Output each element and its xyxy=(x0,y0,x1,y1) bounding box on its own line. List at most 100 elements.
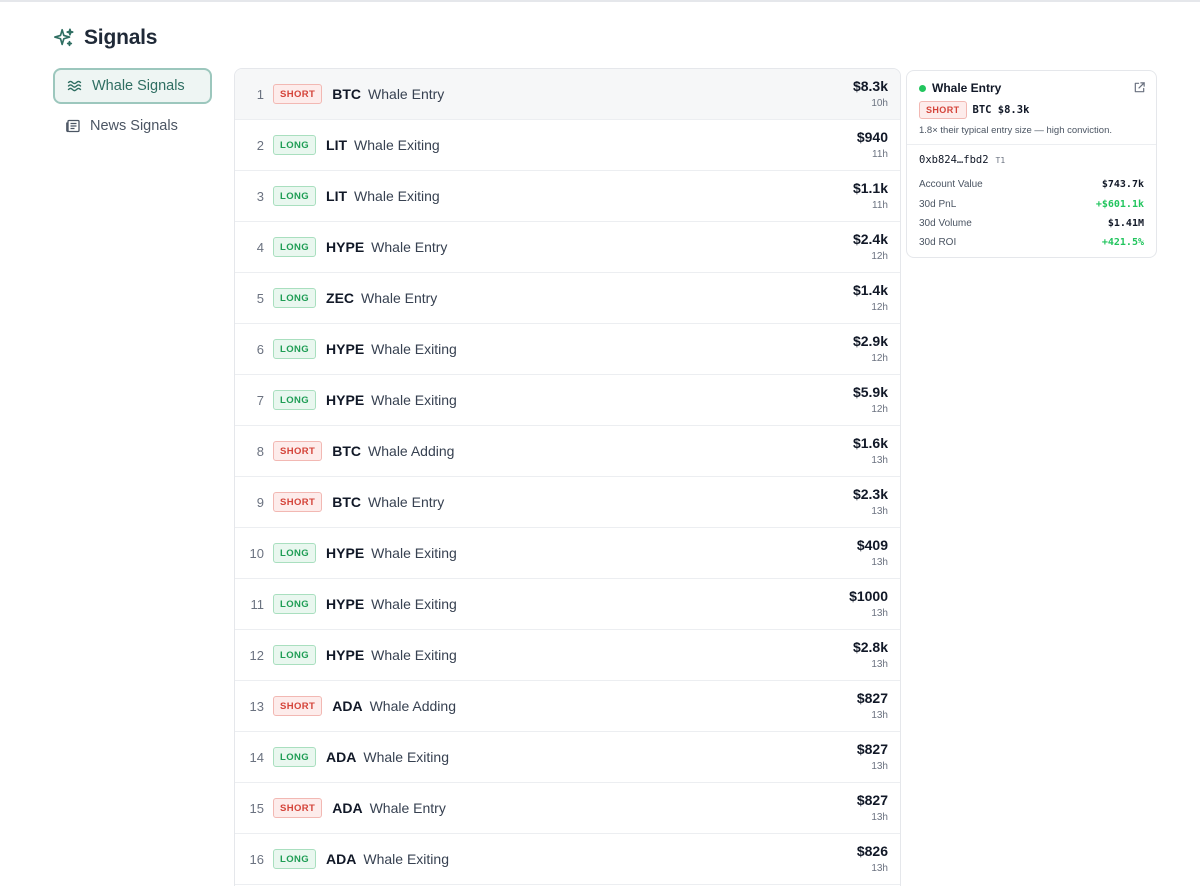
stat-value: +421.5% xyxy=(1101,237,1144,249)
signal-age: 13h xyxy=(871,710,888,721)
detail-position: SHORT BTC $8.3k xyxy=(919,101,1029,119)
signal-age: 13h xyxy=(871,557,888,568)
signal-rank: 7 xyxy=(256,392,264,408)
signal-event: Whale Exiting xyxy=(371,392,457,408)
signal-row[interactable]: 1 SHORT BTC Whale Entry $8.3k 10h xyxy=(235,69,900,120)
signal-age: 13h xyxy=(871,761,888,772)
signal-symbol: ADA xyxy=(326,749,357,765)
signal-symbol: BTC xyxy=(332,86,362,102)
stat-value: $743.7k xyxy=(1101,179,1144,191)
signal-amount: $2.8k xyxy=(852,639,888,655)
signal-detail-card: Whale Entry SHORT BTC $8.3k 1.8× their t… xyxy=(906,70,1157,258)
signal-symbol: HYPE xyxy=(326,392,365,408)
signal-amount-block: $2.4k 12h xyxy=(853,231,888,263)
signal-symbol: ZEC xyxy=(326,290,355,306)
signal-row[interactable]: 12 LONG HYPE Whale Exiting $2.8k 13h xyxy=(235,630,900,681)
signal-rank: 15 xyxy=(249,800,264,816)
detail-title: Whale Entry xyxy=(932,81,1002,95)
signal-event: Whale Entry xyxy=(371,239,448,255)
signal-event: Whale Exiting xyxy=(371,341,457,357)
side-badge: LONG xyxy=(273,747,317,767)
signal-amount-block: $2.3k 13h xyxy=(853,486,888,518)
signal-age: 13h xyxy=(871,659,888,670)
signal-amount: $827 xyxy=(856,792,888,808)
signal-row[interactable]: 11 LONG HYPE Whale Exiting $1000 13h xyxy=(235,579,900,630)
stat-label: 30d ROI xyxy=(919,237,957,249)
sidebar-item-label: Whale Signals xyxy=(92,78,185,94)
signal-row[interactable]: 2 LONG LIT Whale Exiting $940 11h xyxy=(235,120,900,171)
signal-row[interactable]: 16 LONG ADA Whale Exiting $826 13h xyxy=(235,834,900,885)
signal-amount-block: $1000 13h xyxy=(849,588,888,620)
detail-position-text: BTC $8.3k xyxy=(972,104,1030,116)
signal-symbol: HYPE xyxy=(326,239,365,255)
signal-row[interactable]: 7 LONG HYPE Whale Exiting $5.9k 12h xyxy=(235,375,900,426)
side-badge: LONG xyxy=(273,237,317,257)
signal-amount: $2.4k xyxy=(852,231,888,247)
signal-amount: $5.9k xyxy=(852,384,888,400)
side-badge: SHORT xyxy=(273,84,323,104)
signal-symbol: LIT xyxy=(326,188,348,204)
signal-symbol: BTC xyxy=(332,443,362,459)
side-badge: LONG xyxy=(273,543,317,563)
sidebar-item-whale-signals[interactable]: Whale Signals xyxy=(53,68,212,104)
stat-30d-volume: 30d Volume $1.41M xyxy=(919,214,1144,233)
signal-symbol: LIT xyxy=(326,137,348,153)
signal-age: 11h xyxy=(872,200,888,211)
signal-amount-block: $8.3k 10h xyxy=(853,78,888,110)
signal-rank: 10 xyxy=(249,545,264,561)
signal-amount: $1.6k xyxy=(852,435,888,451)
signal-rank: 6 xyxy=(256,341,264,357)
side-badge: LONG xyxy=(273,186,317,206)
signal-row[interactable]: 3 LONG LIT Whale Exiting $1.1k 11h xyxy=(235,171,900,222)
stat-value: +$601.1k xyxy=(1095,198,1144,210)
signal-event: Whale Entry xyxy=(361,290,438,306)
external-link-icon[interactable] xyxy=(1133,81,1146,94)
signal-symbol: BTC xyxy=(332,494,362,510)
signal-rank: 1 xyxy=(256,86,264,102)
signal-amount-block: $1.1k 11h xyxy=(853,180,888,212)
side-badge: SHORT xyxy=(273,798,323,818)
waves-icon xyxy=(67,80,82,92)
signal-age: 12h xyxy=(871,251,888,262)
signal-row[interactable]: 10 LONG HYPE Whale Exiting $409 13h xyxy=(235,528,900,579)
signal-age: 11h xyxy=(872,149,888,160)
signal-event: Whale Exiting xyxy=(354,137,440,153)
signal-row[interactable]: 9 SHORT BTC Whale Entry $2.3k 13h xyxy=(235,477,900,528)
side-badge: SHORT xyxy=(273,696,323,716)
signal-rank: 8 xyxy=(256,443,264,459)
signal-amount: $826 xyxy=(856,843,888,859)
sidebar-item-news-signals[interactable]: News Signals xyxy=(53,108,212,144)
side-badge: LONG xyxy=(273,288,317,308)
wallet-address[interactable]: 0xb824…fbd2 xyxy=(919,154,989,166)
side-badge: SHORT xyxy=(273,492,323,512)
top-divider xyxy=(0,0,1200,2)
stat-30d-roi: 30d ROI +421.5% xyxy=(919,233,1144,252)
signal-amount-block: $2.9k 12h xyxy=(853,333,888,365)
signal-row[interactable]: 8 SHORT BTC Whale Adding $1.6k 13h xyxy=(235,426,900,477)
signal-row[interactable]: 14 LONG ADA Whale Exiting $827 13h xyxy=(235,732,900,783)
stat-30d-pnl: 30d PnL +$601.1k xyxy=(919,194,1144,213)
signal-row[interactable]: 5 LONG ZEC Whale Entry $1.4k 12h xyxy=(235,273,900,324)
signal-row[interactable]: 4 LONG HYPE Whale Entry $2.4k 12h xyxy=(235,222,900,273)
signal-row[interactable]: 6 LONG HYPE Whale Exiting $2.9k 12h xyxy=(235,324,900,375)
signal-amount-block: $827 13h xyxy=(857,690,888,722)
signal-amount: $409 xyxy=(856,537,888,553)
side-badge: SHORT xyxy=(919,101,967,119)
tier-label: T1 xyxy=(995,156,1006,165)
signal-rank: 14 xyxy=(249,749,264,765)
page-header: Signals xyxy=(53,26,157,50)
signal-row[interactable]: 13 SHORT ADA Whale Adding $827 13h xyxy=(235,681,900,732)
side-badge: LONG xyxy=(273,339,317,359)
signal-symbol: ADA xyxy=(332,698,363,714)
detail-note: 1.8× their typical entry size — high con… xyxy=(919,125,1112,136)
signal-event: Whale Exiting xyxy=(363,851,449,867)
signal-rank: 13 xyxy=(249,698,264,714)
signal-row[interactable]: 15 SHORT ADA Whale Entry $827 13h xyxy=(235,783,900,834)
signal-rank: 3 xyxy=(256,188,264,204)
stat-account-value: Account Value $743.7k xyxy=(919,175,1144,194)
signal-amount-block: $409 13h xyxy=(857,537,888,569)
signal-amount: $1000 xyxy=(849,588,888,604)
stat-label: 30d Volume xyxy=(919,217,972,229)
signal-rank: 9 xyxy=(256,494,264,510)
sidebar: Whale Signals News Signals xyxy=(53,68,212,148)
